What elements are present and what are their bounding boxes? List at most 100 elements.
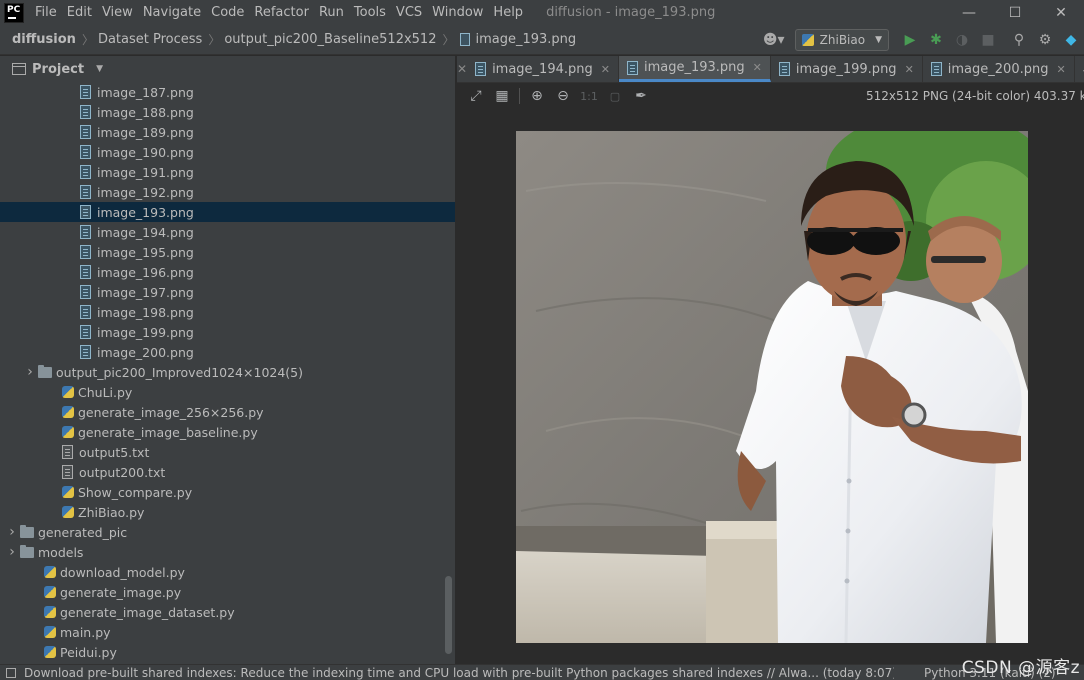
tool-windows-toggle-icon[interactable]	[6, 667, 16, 678]
breadcrumb-file[interactable]: image_193.png	[475, 32, 576, 47]
image-file-icon	[80, 225, 91, 239]
coverage-icon[interactable]: ◑	[950, 28, 974, 52]
menu-run[interactable]: Run	[314, 0, 349, 25]
tab-image-200[interactable]: image_200.png ✕	[923, 56, 1075, 82]
tree-file[interactable]: image_198.png	[0, 302, 455, 322]
project-header[interactable]: Project ▼	[0, 56, 455, 82]
tree-file[interactable]: Peidui.py	[0, 642, 455, 662]
user-account-icon[interactable]: ☻▾	[762, 28, 786, 52]
actual-size-button[interactable]: 1:1	[576, 85, 602, 107]
tree-item-label: ChuLi.py	[78, 384, 133, 400]
tree-item-label: models	[38, 544, 84, 560]
tree-file[interactable]: image_193.png	[0, 202, 455, 222]
tree-file[interactable]: generate_image_256×256.py	[0, 402, 455, 422]
close-tab-icon[interactable]: ✕	[905, 63, 914, 76]
zoom-out-icon[interactable]: ⊖	[550, 85, 576, 107]
tab-image-193[interactable]: image_193.png ✕	[618, 56, 771, 82]
status-bar: Download pre-built shared indexes: Reduc…	[0, 664, 1084, 680]
python-file-icon	[44, 566, 56, 578]
tree-file[interactable]: image_200.png	[0, 342, 455, 362]
tree-folder[interactable]: › generated_pic	[0, 522, 455, 542]
menu-bar: File Edit View Navigate Code Refactor Ru…	[30, 0, 528, 25]
menu-vcs[interactable]: VCS	[391, 0, 427, 25]
menu-file[interactable]: File	[30, 0, 62, 25]
tree-file[interactable]: image_188.png	[0, 102, 455, 122]
python-file-icon	[44, 606, 56, 618]
chevron-down-icon[interactable]: ▼	[96, 64, 103, 74]
breadcrumb-subfolder[interactable]: output_pic200_Baseline512x512	[220, 32, 436, 47]
fit-zoom-icon[interactable]: ▢	[602, 85, 628, 107]
tree-file[interactable]: generate_image_baseline.py	[0, 422, 455, 442]
chevron-down-icon[interactable]: ⌄	[1075, 62, 1084, 76]
tree-file[interactable]: image_192.png	[0, 182, 455, 202]
close-tab-icon[interactable]: ✕	[1056, 63, 1065, 76]
main-toolbar: ☻▾ ZhiBiao ▼ ▶ ✱ ◑ ■ ⚲ ⚙ ◆	[761, 25, 1084, 55]
tree-file[interactable]: ChuLi.py	[0, 382, 455, 402]
tree-file[interactable]: generate_image_dataset.py	[0, 602, 455, 622]
close-tab-icon[interactable]: ✕	[601, 63, 610, 76]
fit-to-window-icon[interactable]: ⤢	[463, 85, 489, 107]
tree-file[interactable]: output200.txt	[0, 462, 455, 482]
settings-gear-icon[interactable]: ⚙	[1033, 28, 1057, 52]
pycharm-logo-icon: PC	[4, 2, 24, 23]
tree-file[interactable]: image_195.png	[0, 242, 455, 262]
chevron-right-icon[interactable]: ›	[4, 544, 20, 560]
breadcrumb-project[interactable]: diffusion	[0, 32, 76, 47]
tree-file[interactable]: image_191.png	[0, 162, 455, 182]
maximize-icon[interactable]: ☐	[992, 0, 1038, 25]
tree-file[interactable]: image_197.png	[0, 282, 455, 302]
title-bar: PC File Edit View Navigate Code Refactor…	[0, 0, 1084, 25]
folder-icon	[20, 544, 34, 558]
chevron-right-icon: 〉	[81, 33, 94, 47]
debug-icon[interactable]: ✱	[924, 28, 948, 52]
tree-file[interactable]: download_model.py	[0, 562, 455, 582]
close-tab-icon[interactable]: ✕	[457, 56, 467, 82]
python-file-icon	[62, 386, 74, 398]
tree-file[interactable]: image_199.png	[0, 322, 455, 342]
tree-file[interactable]: main.py	[0, 622, 455, 642]
tree-file[interactable]: generate_image.py	[0, 582, 455, 602]
tree-file[interactable]: image_196.png	[0, 262, 455, 282]
status-message[interactable]: Download pre-built shared indexes: Reduc…	[24, 666, 894, 680]
image-file-icon	[80, 345, 91, 359]
tree-file[interactable]: image_189.png	[0, 122, 455, 142]
zoom-in-icon[interactable]: ⊕	[524, 85, 550, 107]
editor-area: ✕ image_194.png ✕ image_193.png ✕ image_…	[457, 56, 1084, 664]
tab-image-199[interactable]: image_199.png ✕	[771, 56, 923, 82]
menu-help[interactable]: Help	[488, 0, 528, 25]
tree-item-label: output_pic200_Improved1024×1024(5)	[56, 364, 304, 380]
tree-file[interactable]: output5.txt	[0, 442, 455, 462]
menu-navigate[interactable]: Navigate	[138, 0, 206, 25]
image-canvas[interactable]	[516, 131, 1028, 643]
color-picker-icon[interactable]: ✒	[628, 85, 654, 107]
tree-folder[interactable]: › models	[0, 542, 455, 562]
grid-icon[interactable]: ▦	[489, 85, 515, 107]
menu-view[interactable]: View	[97, 0, 138, 25]
menu-code[interactable]: Code	[206, 0, 249, 25]
close-window-icon[interactable]: ✕	[1038, 0, 1084, 25]
chevron-right-icon[interactable]: ›	[4, 524, 20, 540]
tree-folder[interactable]: › output_pic200_Improved1024×1024(5)	[0, 362, 455, 382]
tab-image-194[interactable]: image_194.png ✕	[467, 56, 619, 82]
menu-window[interactable]: Window	[427, 0, 488, 25]
tree-file[interactable]: image_187.png	[0, 82, 455, 102]
stop-icon[interactable]: ■	[976, 28, 1000, 52]
chevron-right-icon[interactable]: ›	[22, 364, 38, 380]
run-icon[interactable]: ▶	[898, 28, 922, 52]
run-configuration-select[interactable]: ZhiBiao ▼	[794, 29, 889, 51]
tree-file[interactable]: image_194.png	[0, 222, 455, 242]
tree-file[interactable]: Show_compare.py	[0, 482, 455, 502]
project-tree-scrollbar[interactable]	[445, 576, 452, 654]
tree-file[interactable]: ZhiBiao.py	[0, 502, 455, 522]
minimize-icon[interactable]: —	[946, 0, 992, 25]
menu-refactor[interactable]: Refactor	[249, 0, 314, 25]
breadcrumb-folder[interactable]: Dataset Process	[94, 32, 202, 47]
tree-file[interactable]: image_190.png	[0, 142, 455, 162]
search-icon[interactable]: ⚲	[1007, 28, 1031, 52]
menu-edit[interactable]: Edit	[62, 0, 97, 25]
menu-tools[interactable]: Tools	[349, 0, 391, 25]
image-file-icon	[80, 125, 91, 139]
close-tab-icon[interactable]: ✕	[753, 61, 762, 74]
toolbox-icon[interactable]: ◆	[1059, 28, 1083, 52]
image-file-icon	[80, 85, 91, 99]
